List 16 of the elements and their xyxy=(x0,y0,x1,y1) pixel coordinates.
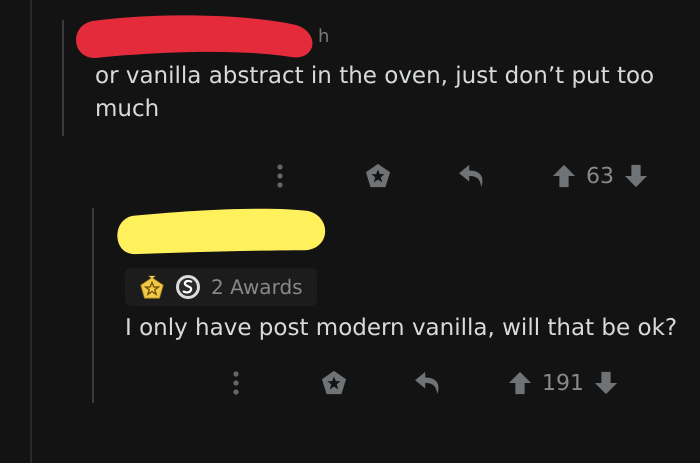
comment-timestamp: h xyxy=(318,26,330,47)
award-icon[interactable] xyxy=(320,370,348,396)
vote-count: 63 xyxy=(586,164,614,188)
downvote-icon[interactable] xyxy=(594,371,618,395)
vote-count: 191 xyxy=(542,370,584,396)
upvote-icon[interactable] xyxy=(508,371,532,395)
more-options-icon[interactable] xyxy=(232,370,240,396)
comment-text: I only have post modern vanilla, will that be ok? xyxy=(125,314,678,343)
more-options-icon[interactable] xyxy=(276,163,284,189)
award-icon[interactable] xyxy=(364,163,392,189)
downvote-icon[interactable] xyxy=(624,164,648,188)
star-award-icon xyxy=(139,274,165,300)
awards-badge[interactable]: 2 Awards xyxy=(125,268,317,306)
coin-award-icon xyxy=(175,274,201,300)
upvote-icon[interactable] xyxy=(552,164,576,188)
comment-text: or vanilla abstract in the oven, just don’t put too much xyxy=(95,62,656,124)
